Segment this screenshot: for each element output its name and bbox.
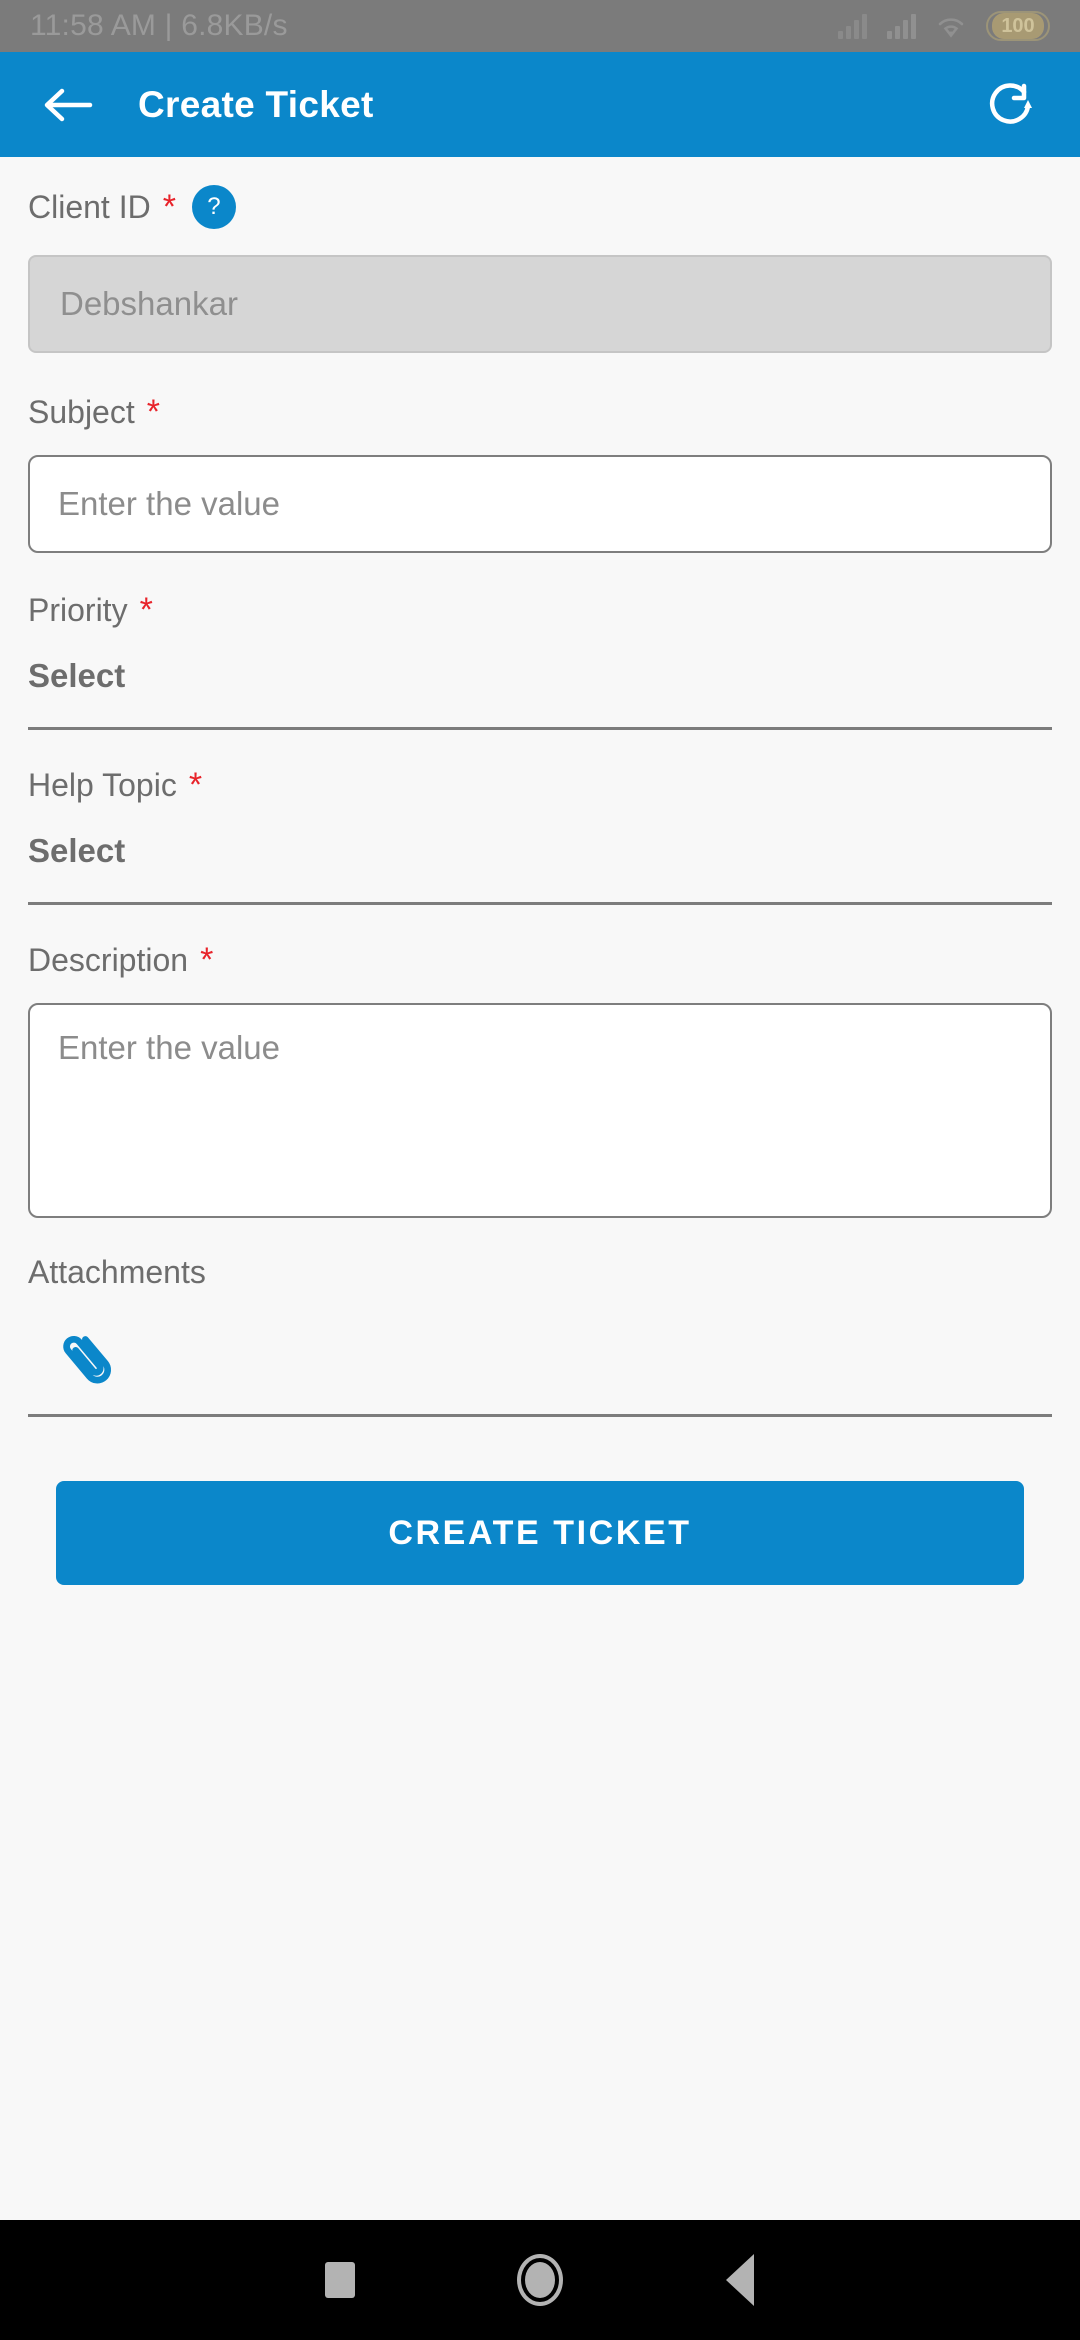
priority-label-row: Priority * (28, 593, 1052, 627)
help-topic-label-row: Help Topic * (28, 768, 1052, 802)
required-asterisk: * (200, 941, 214, 979)
help-topic-label: Help Topic (28, 767, 177, 803)
app-bar: Create Ticket (0, 52, 1080, 157)
help-icon[interactable]: ? (191, 185, 236, 229)
priority-dropdown[interactable]: Select (28, 657, 1052, 730)
attachments-underline (28, 1414, 1052, 1417)
status-bar: 11:58 AM | 6.8KB/s 100 (0, 0, 1080, 52)
attachments-label-row: Attachments (28, 1256, 1052, 1288)
android-nav-bar (0, 2220, 1080, 2340)
refresh-button[interactable] (982, 76, 1040, 134)
status-bar-right: 100 (838, 11, 1050, 41)
priority-selected-value: Select (28, 657, 126, 694)
attachments-label: Attachments (28, 1254, 206, 1290)
help-topic-dropdown[interactable]: Select (28, 832, 1052, 905)
subject-input[interactable]: Enter the value (28, 455, 1052, 553)
subject-label: Subject (28, 394, 135, 430)
refresh-icon (989, 82, 1032, 124)
signal-icon (838, 13, 867, 39)
field-attachments: Attachments (28, 1218, 1052, 1417)
nav-home-button[interactable] (440, 2220, 640, 2340)
client-id-label-row: Client ID * ? (28, 185, 1052, 229)
description-placeholder: Enter the value (58, 1029, 280, 1066)
phone-screen: 11:58 AM | 6.8KB/s 100 Create Ticket Cli… (0, 0, 1080, 2340)
field-description: Description * Enter the value (28, 905, 1052, 1218)
nav-recents-button[interactable] (240, 2220, 440, 2340)
nav-back-button[interactable] (640, 2220, 840, 2340)
status-clock: 11:58 AM | 6.8KB/s (30, 9, 288, 42)
form-body: Client ID * ? Debshankar Subject * Enter… (0, 157, 1080, 2220)
subject-placeholder: Enter the value (58, 485, 280, 522)
back-button[interactable] (40, 77, 96, 133)
description-label: Description (28, 942, 189, 978)
attachment-picker[interactable] (28, 1326, 1052, 1392)
required-asterisk: * (162, 188, 176, 226)
required-asterisk: * (146, 393, 160, 431)
page-title: Create Ticket (138, 83, 374, 125)
submit-area: CREATE TICKET (28, 1481, 1052, 1585)
field-help-topic: Help Topic * Select (28, 730, 1052, 905)
wifi-icon (936, 14, 966, 38)
priority-label: Priority (28, 592, 128, 628)
circle-icon (517, 2254, 563, 2306)
client-id-label: Client ID (28, 189, 151, 225)
square-icon (325, 2262, 355, 2298)
battery-level: 100 (992, 13, 1044, 39)
field-priority: Priority * Select (28, 553, 1052, 730)
status-bar-left: 11:58 AM | 6.8KB/s (30, 9, 288, 43)
battery-icon: 100 (986, 11, 1050, 41)
help-topic-selected-value: Select (28, 832, 126, 869)
create-ticket-button[interactable]: CREATE TICKET (56, 1481, 1024, 1585)
create-ticket-button-label: CREATE TICKET (388, 1513, 692, 1552)
arrow-left-icon (44, 88, 93, 121)
field-client-id: Client ID * ? Debshankar (28, 157, 1052, 353)
required-asterisk: * (188, 766, 203, 804)
client-id-input: Debshankar (28, 255, 1052, 353)
required-asterisk: * (139, 591, 153, 629)
client-id-value: Debshankar (60, 285, 238, 322)
description-textarea[interactable]: Enter the value (28, 1003, 1052, 1218)
subject-label-row: Subject * (28, 395, 1052, 429)
description-label-row: Description * (28, 943, 1052, 977)
signal-icon (887, 13, 916, 39)
triangle-back-icon (726, 2254, 754, 2306)
field-subject: Subject * Enter the value (28, 353, 1052, 553)
paperclip-icon (63, 1335, 112, 1384)
